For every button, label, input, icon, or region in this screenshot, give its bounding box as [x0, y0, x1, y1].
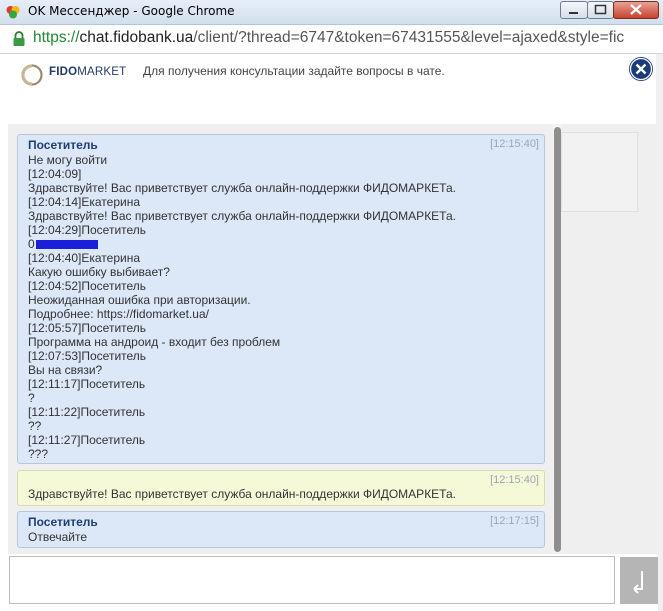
message-line: ??? — [28, 447, 49, 461]
redaction-mark — [35, 240, 98, 250]
message-line-text: 0 — [28, 237, 35, 251]
fidomarket-logo-icon — [21, 64, 43, 86]
message-visitor: Посетитель [12:15:40] Не могу войти [12:… — [17, 134, 545, 464]
window-title: OK Мессенджер - Google Chrome — [28, 4, 235, 18]
message-line: Подробнее: https://fidomarket.ua/ — [28, 307, 209, 321]
message-line: ?? — [28, 419, 42, 433]
message-line: ? — [28, 391, 35, 405]
url-path: /client/?thread=6747&token=67431555&leve… — [193, 29, 625, 46]
url-host: chat.fidobank.ua — [79, 29, 194, 46]
url-text[interactable]: https://chat.fidobank.ua/client/?thread=… — [33, 29, 624, 47]
chat-close-button[interactable] — [629, 57, 653, 81]
maximize-icon — [594, 4, 607, 15]
ok-messenger-icon — [6, 6, 20, 19]
logo-text-rest: MARKET — [77, 66, 127, 78]
message-line: [12:07:53]Посетитель — [28, 349, 147, 363]
window-scrollbar[interactable] — [656, 54, 663, 611]
maximize-button[interactable] — [587, 1, 614, 19]
message-line: [12:04:14]Екатерина — [28, 195, 141, 209]
message-line: [12:11:27]Посетитель — [28, 433, 146, 447]
side-panel — [561, 132, 638, 212]
url-scheme: https:// — [33, 29, 80, 46]
message-line: [12:11:22]Посетитель — [28, 405, 146, 419]
message-input-bar — [8, 554, 658, 611]
message-line: Программа на андроид - входит без пробле… — [28, 335, 281, 349]
close-icon — [630, 4, 642, 15]
send-button[interactable] — [620, 557, 658, 604]
message-line: [12:11:17]Посетитель — [28, 377, 146, 391]
window-close-button[interactable] — [613, 1, 659, 19]
message-body: Не могу войти [12:04:09] Здравствуйте! В… — [28, 153, 456, 461]
header-info-text: Для получения консультации задайте вопро… — [143, 64, 445, 78]
message-operator: [12:15:40] Здравствуйте! Вас приветствуе… — [17, 470, 545, 506]
address-bar[interactable]: https://chat.fidobank.ua/client/?thread=… — [0, 25, 663, 54]
logo-text-bold: FIDO — [49, 66, 78, 78]
send-arrow-icon — [633, 571, 643, 594]
message-line: Отвечайте — [28, 530, 88, 544]
message-line: [12:04:52]Посетитель — [28, 279, 147, 293]
message-line: [12:04:29]Посетитель — [28, 223, 147, 237]
message-line: Здравствуйте! Вас приветствует служба он… — [28, 487, 456, 501]
window-titlebar: OK Мессенджер - Google Chrome — [0, 0, 663, 25]
message-line: Неожиданная ошибка при авторизации. — [28, 293, 251, 307]
message-line: Не могу войти — [28, 153, 108, 167]
message-author: Посетитель — [28, 515, 98, 529]
minimize-button[interactable] — [560, 1, 588, 19]
message-time: [12:15:40] — [490, 474, 539, 486]
logo-text: FIDOMARKET — [49, 66, 126, 78]
message-time: [12:17:15] — [490, 515, 539, 527]
message-line: Здравствуйте! Вас приветствует служба он… — [28, 209, 456, 223]
message-visitor: Посетитель [12:17:15] Отвечайте — [17, 511, 545, 548]
message-line: [12:04:40]Екатерина — [28, 251, 141, 265]
close-icon — [629, 57, 653, 81]
message-time: [12:15:40] — [490, 138, 539, 150]
message-body: Отвечайте — [28, 530, 87, 544]
chat-header: FIDOMARKET Для получения консультации за… — [8, 54, 658, 125]
message-body: Здравствуйте! Вас приветствует служба он… — [28, 487, 456, 501]
message-line: Какую ошибку выбивает? — [28, 265, 170, 279]
chat-messages-area[interactable]: Посетитель [12:15:40] Не могу войти [12:… — [8, 124, 658, 554]
lock-icon — [13, 31, 25, 46]
message-line: Вы на связи? — [28, 363, 103, 377]
message-line-redacted: 0 — [28, 237, 456, 251]
message-input[interactable] — [9, 556, 615, 604]
message-line: [12:05:57]Посетитель — [28, 321, 147, 335]
message-line: [12:04:09] — [28, 167, 82, 181]
message-author: Посетитель — [28, 138, 98, 152]
chat-scrollbar[interactable] — [553, 125, 561, 553]
message-line: Здравствуйте! Вас приветствует служба он… — [28, 181, 456, 195]
scrollbar-thumb[interactable] — [554, 127, 561, 552]
minimize-icon — [569, 12, 578, 14]
